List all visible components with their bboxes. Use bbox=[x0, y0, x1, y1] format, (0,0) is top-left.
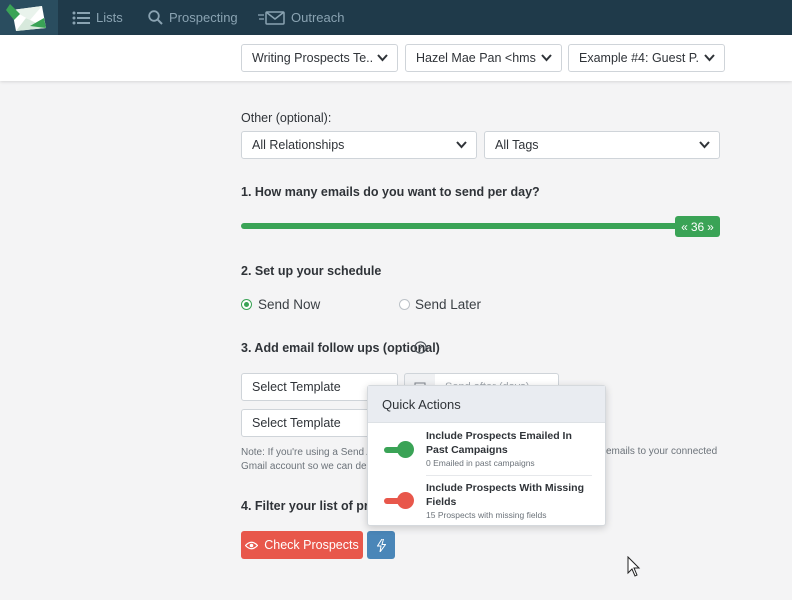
template-value: Example #4: Guest P... bbox=[579, 51, 699, 65]
nav-item-lists[interactable]: Lists bbox=[72, 0, 123, 35]
quick-action-subtitle: 15 Prospects with missing fields bbox=[426, 510, 547, 520]
followup-template-1-value: Select Template bbox=[252, 380, 341, 394]
emailed-toggle[interactable] bbox=[384, 441, 414, 459]
nav-item-outreach-label: Outreach bbox=[291, 10, 345, 25]
template-select[interactable]: Example #4: Guest P... bbox=[568, 44, 725, 72]
send-later-radio[interactable] bbox=[399, 299, 410, 310]
note-line-1-right: emails to your connected bbox=[606, 446, 718, 457]
prospect-list-value: Writing Prospects Te... bbox=[252, 51, 372, 65]
check-prospects-button[interactable]: Check Prospects bbox=[241, 531, 363, 559]
quick-action-title: Include Prospects Emailed In Past Campai… bbox=[426, 430, 572, 456]
envelope-logo-icon bbox=[6, 4, 46, 31]
quick-actions-popover: Quick Actions Include Prospects Emailed … bbox=[367, 385, 606, 526]
double-chevron-right-icon: » bbox=[707, 219, 714, 234]
nav-item-prospecting[interactable]: Prospecting bbox=[148, 0, 238, 35]
svg-text:?: ? bbox=[418, 343, 423, 353]
nav-item-lists-label: Lists bbox=[96, 10, 123, 25]
quick-actions-button[interactable] bbox=[367, 531, 395, 559]
double-chevron-left-icon: « bbox=[681, 219, 688, 234]
sender-account-select[interactable]: Hazel Mae Pan <hms... bbox=[405, 44, 562, 72]
follow-ups-heading: 3. Add email follow ups (optional) bbox=[241, 341, 440, 355]
relationships-value: All Relationships bbox=[252, 138, 345, 152]
envelope-icon bbox=[258, 10, 285, 25]
quick-action-item-emailed[interactable]: Include Prospects Emailed In Past Campai… bbox=[368, 424, 605, 474]
emails-per-day-question: 1. How many emails do you want to send p… bbox=[241, 185, 540, 199]
followup-template-2-value: Select Template bbox=[252, 416, 341, 430]
emails-per-day-slider-handle[interactable]: « 36 » bbox=[675, 216, 720, 237]
chevron-down-icon bbox=[456, 141, 467, 149]
quick-action-item-missing-fields[interactable]: Include Prospects With Missing Fields 15… bbox=[368, 476, 605, 526]
mouse-cursor-icon bbox=[627, 556, 641, 577]
app-logo[interactable] bbox=[0, 0, 58, 35]
chevron-down-icon bbox=[541, 54, 552, 62]
sender-account-value: Hazel Mae Pan <hms... bbox=[416, 51, 536, 65]
other-optional-label: Other (optional): bbox=[241, 111, 332, 125]
missing-fields-toggle[interactable] bbox=[384, 492, 414, 510]
tags-value: All Tags bbox=[495, 138, 539, 152]
eye-icon bbox=[245, 541, 259, 549]
schedule-heading: 2. Set up your schedule bbox=[241, 264, 382, 278]
note-line-2: Gmail account so we can dead bbox=[241, 461, 378, 472]
tags-select[interactable]: All Tags bbox=[484, 131, 720, 159]
send-later-label[interactable]: Send Later bbox=[415, 297, 481, 312]
list-icon bbox=[72, 11, 90, 24]
help-icon[interactable]: ? bbox=[414, 341, 427, 354]
send-now-radio[interactable] bbox=[241, 299, 252, 310]
relationships-select[interactable]: All Relationships bbox=[241, 131, 477, 159]
emails-per-day-value: 36 bbox=[690, 219, 705, 234]
search-icon bbox=[148, 10, 163, 25]
check-prospects-label: Check Prospects bbox=[264, 538, 359, 552]
chevron-down-icon bbox=[699, 141, 710, 149]
nav-item-prospecting-label: Prospecting bbox=[169, 10, 238, 25]
prospect-list-select[interactable]: Writing Prospects Te... bbox=[241, 44, 398, 72]
quick-action-title: Include Prospects With Missing Fields bbox=[426, 482, 585, 508]
top-navigation-bar: Lists Prospecting Outreach bbox=[0, 0, 792, 35]
nav-item-outreach[interactable]: Outreach bbox=[258, 0, 344, 35]
chevron-down-icon bbox=[704, 54, 715, 62]
quick-action-subtitle: 0 Emailed in past campaigns bbox=[426, 458, 535, 468]
send-now-label[interactable]: Send Now bbox=[258, 297, 320, 312]
quick-actions-title: Quick Actions bbox=[368, 386, 605, 423]
chevron-down-icon bbox=[377, 54, 388, 62]
lightning-bolt-icon bbox=[376, 538, 386, 552]
note-line-1: Note: If you're using a Send A bbox=[241, 447, 373, 458]
emails-per-day-slider-track[interactable] bbox=[241, 223, 681, 229]
